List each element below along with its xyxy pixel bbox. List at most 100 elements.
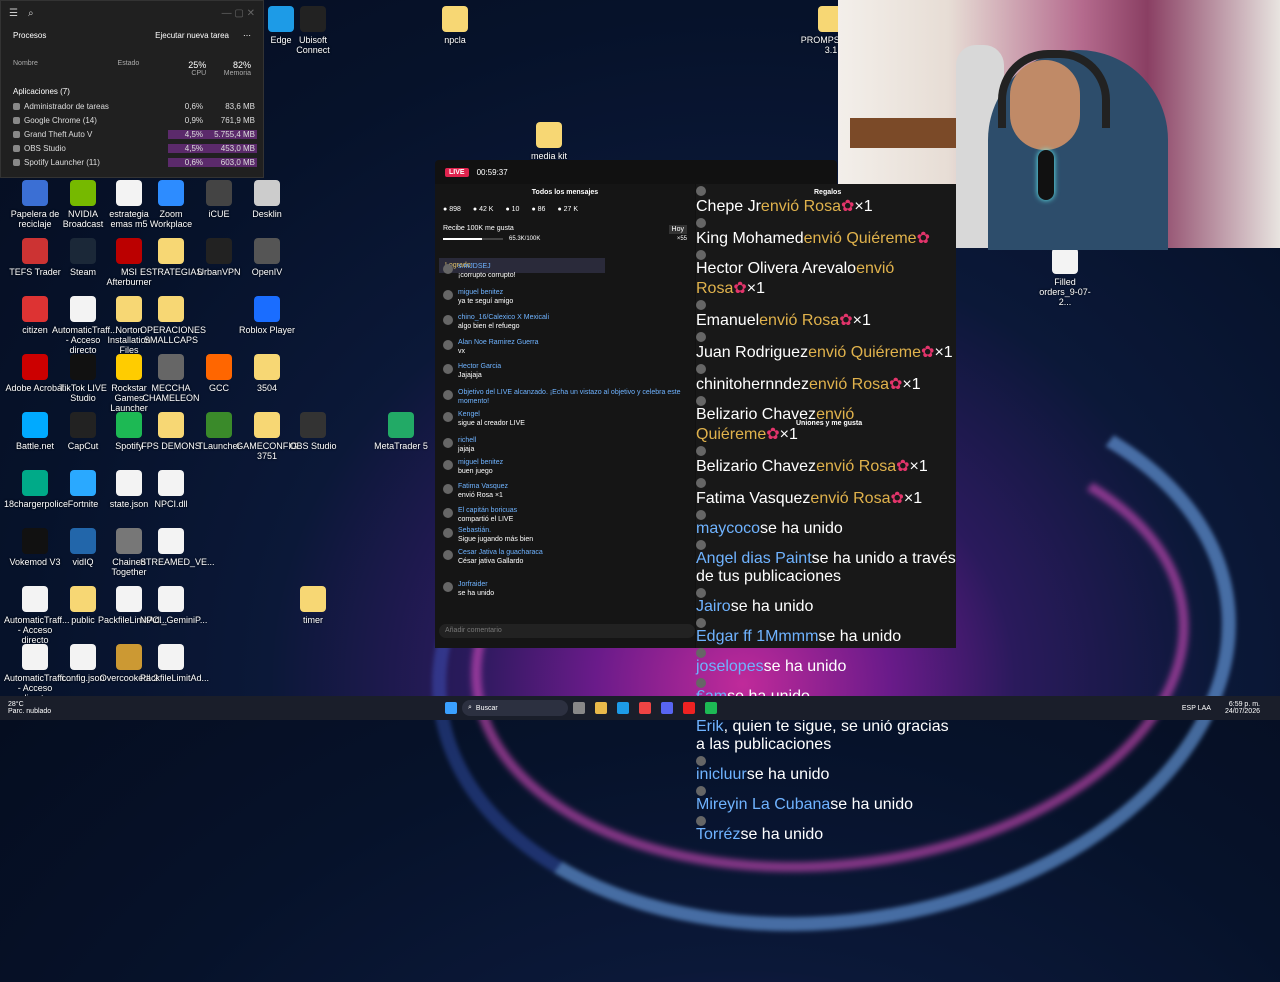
join-row[interactable]: maycocose ha unido	[696, 510, 956, 538]
process-row[interactable]: Administrador de tareas 0,6% 83,6 MB	[1, 99, 263, 113]
join-user[interactable]: Torréz	[696, 826, 740, 843]
taskview-icon[interactable]	[573, 702, 585, 714]
chat-user[interactable]: chino_16/Calexico X Mexicali	[458, 313, 549, 322]
join-row[interactable]: Edgar ff 1Mmmmse ha unido	[696, 618, 956, 646]
desktop-icon[interactable]: OpenIV	[236, 238, 298, 277]
chat-message[interactable]: Objetivo del LIVE alcanzado. ¡Echa un vi…	[443, 388, 683, 406]
join-user[interactable]: Angel dias Paint	[696, 550, 812, 567]
spotify-icon[interactable]	[705, 702, 717, 714]
chrome-icon[interactable]	[639, 702, 651, 714]
run-task-button[interactable]: Ejecutar nueva tarea	[155, 31, 229, 40]
join-row[interactable]: joselopesse ha unido	[696, 648, 956, 676]
gift-row[interactable]: chinitohernndezenvió Rosa✿×1	[696, 364, 956, 394]
join-user[interactable]: maycoco	[696, 520, 760, 537]
desktop-icon[interactable]: Ubisoft Connect	[282, 6, 344, 55]
edge-icon[interactable]	[617, 702, 629, 714]
join-row[interactable]: inicluurse ha unido	[696, 756, 956, 784]
join-user[interactable]: Erik	[696, 718, 724, 735]
join-row[interactable]: Angel dias Paintse ha unido a través de …	[696, 540, 956, 586]
gift-row[interactable]: Hector Olivera Arevaloenvió Rosa✿×1	[696, 250, 956, 298]
desktop-icon[interactable]: Filled orders_9-07-2...	[1034, 248, 1096, 307]
chat-message[interactable]: s.mJDSEJ ¡corrupto corrupto!	[443, 262, 683, 280]
process-row[interactable]: Spotify Launcher (11) 0,6% 603,0 MB	[1, 155, 263, 169]
chat-message[interactable]: Cesar Jativa la guacharaca César jativa G…	[443, 548, 683, 566]
task-manager-window[interactable]: ☰ ⌕ — ▢ ✕ Procesos Ejecutar nueva tarea ⋯ …	[0, 0, 264, 178]
gift-row[interactable]: Fatima Vasquezenvió Rosa✿×1	[696, 478, 956, 508]
chat-message[interactable]: miguel benitez ya te seguí amigo	[443, 288, 683, 306]
desktop-icon[interactable]: 3504	[236, 354, 298, 393]
col-status[interactable]: Estado	[118, 60, 174, 77]
tiktok-icon[interactable]	[683, 702, 695, 714]
process-row[interactable]: OBS Studio 4,5% 453,0 MB	[1, 141, 263, 155]
desktop-icon[interactable]: STREAMED_VE...	[140, 528, 215, 567]
menu-icon[interactable]: ☰	[9, 8, 18, 19]
mem-label: Memoria	[223, 70, 251, 77]
weather-widget[interactable]: 28°C Parc. nublado	[0, 701, 128, 715]
chat-user[interactable]: Objetivo del LIVE alcanzado. ¡Echa un vi…	[458, 388, 683, 406]
gift-name: envió Quiéreme	[803, 230, 917, 247]
join-user[interactable]: inicluur	[696, 766, 747, 783]
desktop-icon[interactable]: MetaTrader 5	[370, 412, 432, 451]
chat-user[interactable]: Sebastián.	[458, 526, 533, 535]
gift-row[interactable]: King Mohamedenvió Quiéreme✿	[696, 218, 956, 248]
chat-message[interactable]: Alan Noe Ramirez Guerra vx	[443, 338, 683, 356]
desktop-icon[interactable]: OBS Studio	[282, 412, 344, 451]
join-row[interactable]: Jairose ha unido	[696, 588, 956, 616]
chat-user[interactable]: Fatima Vasquez	[458, 482, 508, 491]
discord-icon[interactable]	[661, 702, 673, 714]
chat-user[interactable]: Cesar Jativa la guacharaca	[458, 548, 543, 557]
gift-row[interactable]: Belizario Chavezenvió Rosa✿×1	[696, 446, 956, 476]
taskbar-search[interactable]: ⌕ Buscar	[462, 700, 568, 716]
desktop-icon[interactable]: timer	[282, 586, 344, 625]
chat-panel[interactable]: Todos los mensajes ● 898 ● 42 K ● 10 ● 86 ● …	[435, 184, 695, 648]
desktop-icon[interactable]: Roblox Player	[236, 296, 298, 335]
chat-message[interactable]: El capitán boricuas compartió el LIVE	[443, 506, 683, 524]
chat-user[interactable]: Alan Noe Ramirez Guerra	[458, 338, 539, 347]
desktop-icon[interactable]: Desklin	[236, 180, 298, 219]
chat-user[interactable]: richell	[458, 436, 476, 445]
chat-user[interactable]: s.mJDSEJ	[458, 262, 516, 271]
explorer-icon[interactable]	[595, 702, 607, 714]
chat-message[interactable]: richell jajaja	[443, 436, 683, 454]
app-icon	[206, 238, 232, 264]
desktop-icon[interactable]: npcla	[424, 6, 486, 45]
start-icon[interactable]	[445, 702, 457, 714]
chat-message[interactable]: Jorfraider se ha unido	[443, 580, 683, 598]
chat-message[interactable]: Sebastián. Sigue jugando más bien	[443, 526, 683, 544]
chat-user[interactable]: miguel benitez	[458, 288, 513, 297]
process-row[interactable]: Google Chrome (14) 0,9% 761,9 MB	[1, 113, 263, 127]
chat-user[interactable]: El capitán boricuas	[458, 506, 517, 515]
join-user[interactable]: Jairo	[696, 598, 731, 615]
chat-user[interactable]: Jorfraider	[458, 580, 494, 589]
chat-user[interactable]: Kengel	[458, 410, 525, 419]
chat-message[interactable]: Hector Garcia Jajajaja	[443, 362, 683, 380]
desktop-icon[interactable]: NPCI_GeminiP...	[140, 586, 207, 625]
desktop-icon[interactable]: media kit	[518, 122, 580, 161]
gifts-panel[interactable]: Regalos Chepe Jrenvió Rosa✿×1 King Mohame…	[696, 184, 956, 843]
join-user[interactable]: Mireyin La Cubana	[696, 796, 830, 813]
join-user[interactable]: joselopes	[696, 658, 764, 675]
join-row[interactable]: Mireyin La Cubanase ha unido	[696, 786, 956, 814]
chat-message[interactable]: Kengel sigue al creador LIVE	[443, 410, 683, 428]
join-row[interactable]: Torrézse ha unido	[696, 816, 956, 844]
col-name[interactable]: Nombre	[13, 60, 118, 77]
app-icon	[13, 130, 20, 138]
desktop-icon[interactable]: PackfileLimitAd...	[140, 644, 209, 683]
chat-user[interactable]: Hector Garcia	[458, 362, 501, 371]
language-indicator[interactable]: ESP LAA	[1182, 705, 1211, 712]
join-user[interactable]: Edgar ff 1Mmmm	[696, 628, 818, 645]
chat-user[interactable]: miguel benitez	[458, 458, 503, 467]
search-icon[interactable]: ⌕	[28, 8, 34, 19]
gift-row[interactable]: Juan Rodriguezenvió Quiéreme✿×1	[696, 332, 956, 362]
chat-message[interactable]: Fatima Vasquez envió Rosa ×1	[443, 482, 683, 500]
gift-row[interactable]: Emanuelenvió Rosa✿×1	[696, 300, 956, 330]
desktop-icon[interactable]: OPERACIONES SMALLCAPS	[140, 296, 206, 345]
chat-message[interactable]: chino_16/Calexico X Mexicali algo bien el…	[443, 313, 683, 331]
search-icon: ⌕	[468, 704, 472, 711]
comment-input[interactable]: Añadir comentario	[439, 624, 695, 638]
clock[interactable]: 6:59 p. m. 24/07/2026	[1225, 701, 1260, 715]
desktop-icon[interactable]: NPCI.dll	[140, 470, 202, 509]
process-row[interactable]: Grand Theft Auto V 4,5% 5.755,4 MB	[1, 127, 263, 141]
chat-message[interactable]: miguel benitez buen juego	[443, 458, 683, 476]
live-studio-window[interactable]: LIVE 00:59:37 Todos los mensajes ● 898 ● 4…	[435, 160, 956, 843]
